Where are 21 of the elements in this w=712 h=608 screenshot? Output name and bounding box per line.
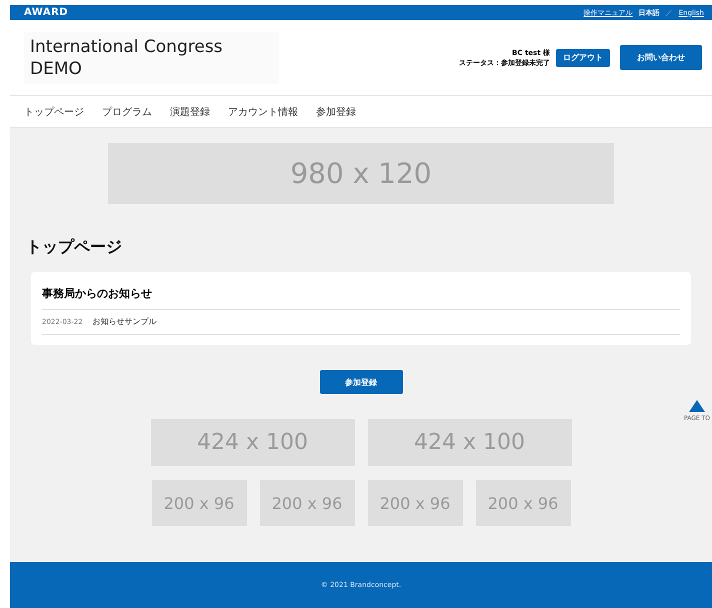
nav-item[interactable]: トップページ: [24, 104, 84, 118]
notice-link[interactable]: お知らせサンプル: [92, 316, 157, 327]
logo[interactable]: AWARD: [24, 7, 68, 18]
register-button[interactable]: 参加登録: [320, 370, 402, 394]
banner-size-label: 424 x 100: [414, 430, 525, 455]
triangle-up-icon: [689, 400, 706, 412]
banner-size-label: 200 x 96: [488, 494, 558, 512]
nav-item[interactable]: プログラム: [102, 104, 152, 118]
nav-item[interactable]: 演題登録: [170, 104, 210, 118]
nav-item[interactable]: アカウント情報: [228, 104, 298, 118]
site-title[interactable]: International Congress DEMO: [24, 32, 279, 84]
nav-item[interactable]: 参加登録: [316, 104, 356, 118]
logout-button[interactable]: ログアウト: [556, 48, 610, 66]
banner-size-label: 200 x 96: [380, 494, 450, 512]
banner-size-label: 200 x 96: [164, 494, 234, 512]
banner-size-label: 200 x 96: [272, 494, 342, 512]
banner-size-label: 980 x 120: [290, 157, 432, 190]
notice-title: 事務局からのお知らせ: [42, 282, 680, 310]
page-title: トップページ: [26, 237, 122, 258]
banner-size-label: 424 x 100: [197, 430, 308, 455]
contact-button[interactable]: お問い合わせ: [620, 45, 702, 70]
